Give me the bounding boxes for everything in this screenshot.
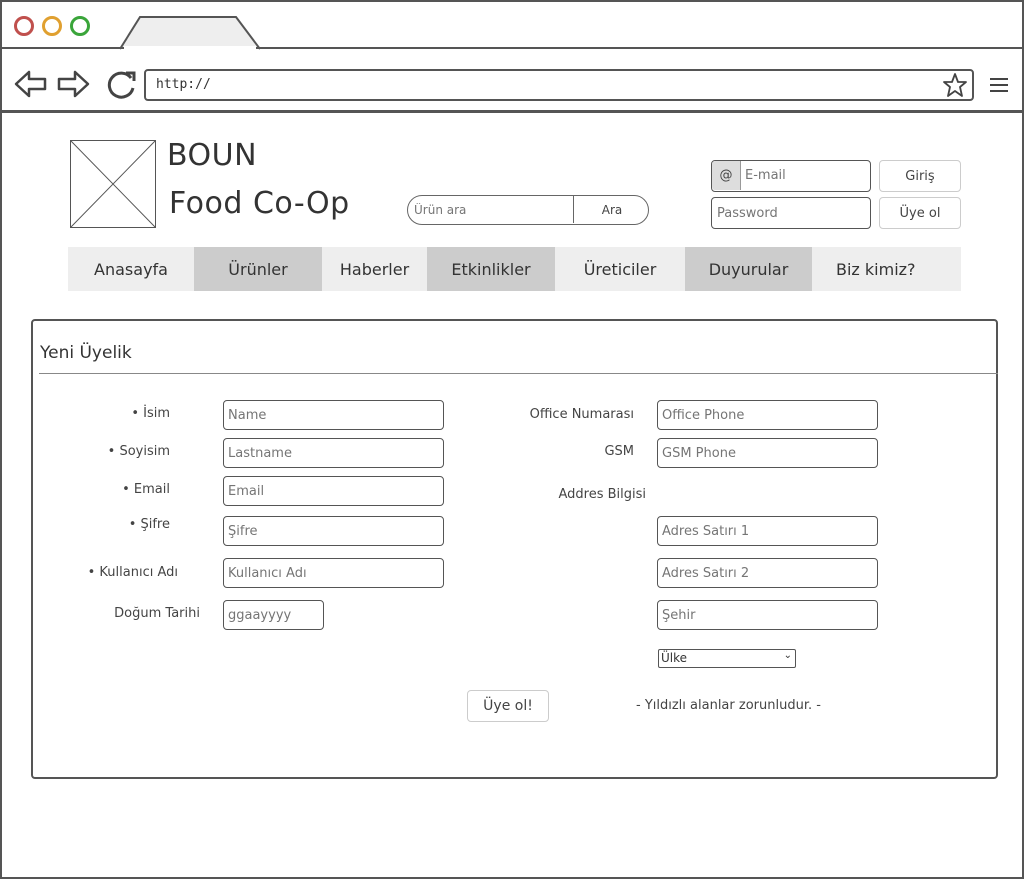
at-sign-icon: @ bbox=[712, 161, 741, 190]
email-label: • Email bbox=[122, 482, 170, 497]
menu-item-haberler[interactable]: Haberler bbox=[322, 247, 427, 291]
menu-item-urunler[interactable]: Ürünler bbox=[194, 247, 322, 291]
office-phone-label: Office Numarası bbox=[529, 407, 634, 422]
username-input[interactable] bbox=[223, 558, 444, 588]
password-label: • Şifre bbox=[128, 517, 170, 532]
address-line2-input[interactable] bbox=[657, 558, 878, 588]
search-input[interactable] bbox=[408, 196, 574, 223]
login-password-input[interactable] bbox=[711, 197, 871, 229]
login-email-input[interactable] bbox=[743, 161, 868, 190]
name-label: • İsim bbox=[131, 406, 170, 421]
login-email-group: @ bbox=[711, 160, 871, 192]
browser-window: http:// BOUN Food Co-Op Ara @ Giriş Üye … bbox=[0, 0, 1024, 879]
city-input[interactable] bbox=[657, 600, 878, 630]
address-label: Addres Bilgisi bbox=[558, 487, 646, 502]
menu-item-etkinlikler[interactable]: Etkinlikler bbox=[427, 247, 555, 291]
hamburger-menu-icon[interactable] bbox=[989, 77, 1009, 93]
panel-divider bbox=[39, 373, 998, 374]
browser-toolbar: http:// bbox=[2, 49, 1022, 113]
chevron-down-icon: ⌄ bbox=[783, 650, 792, 661]
birthdate-label: Doğum Tarihi bbox=[114, 606, 200, 621]
country-select[interactable]: Ülke ⌄ bbox=[658, 649, 796, 668]
login-button[interactable]: Giriş bbox=[879, 160, 961, 192]
bookmark-star-icon[interactable] bbox=[942, 72, 968, 98]
main-menu: Anasayfa Ürünler Haberler Etkinlikler Ür… bbox=[68, 247, 961, 291]
brand-name-line1: BOUN bbox=[167, 138, 258, 173]
menu-item-duyurular[interactable]: Duyurular bbox=[685, 247, 812, 291]
url-text: http:// bbox=[156, 77, 211, 92]
address-bar[interactable]: http:// bbox=[144, 69, 974, 101]
username-label: • Kullanıcı Adı bbox=[87, 565, 178, 580]
browser-tab[interactable] bbox=[120, 16, 260, 50]
birthdate-input[interactable] bbox=[223, 600, 324, 630]
email-input[interactable] bbox=[223, 476, 444, 506]
back-arrow-icon[interactable] bbox=[14, 69, 48, 99]
menu-item-biz-kimiz[interactable]: Biz kimiz? bbox=[812, 247, 941, 291]
office-phone-input[interactable] bbox=[657, 400, 878, 430]
search-button[interactable]: Ara bbox=[576, 196, 648, 223]
logo-image-placeholder bbox=[70, 140, 156, 228]
country-select-value: Ülke bbox=[661, 651, 688, 665]
maximize-window-button[interactable] bbox=[70, 16, 90, 36]
required-fields-note: - Yıldızlı alanlar zorunludur. - bbox=[636, 698, 821, 713]
submit-signup-button[interactable]: Üye ol! bbox=[467, 690, 549, 722]
name-input[interactable] bbox=[223, 400, 444, 430]
panel-title: Yeni Üyelik bbox=[40, 343, 132, 363]
product-search: Ara bbox=[407, 195, 649, 225]
reload-icon[interactable] bbox=[104, 69, 140, 99]
menu-item-anasayfa[interactable]: Anasayfa bbox=[68, 247, 194, 291]
lastname-label: • Soyisim bbox=[107, 444, 170, 459]
lastname-input[interactable] bbox=[223, 438, 444, 468]
minimize-window-button[interactable] bbox=[42, 16, 62, 36]
close-window-button[interactable] bbox=[14, 16, 34, 36]
address-line1-input[interactable] bbox=[657, 516, 878, 546]
menu-item-ureticiler[interactable]: Üreticiler bbox=[555, 247, 685, 291]
title-bar bbox=[2, 2, 1022, 50]
brand-name-line2: Food Co-Op bbox=[169, 186, 350, 221]
forward-arrow-icon[interactable] bbox=[56, 69, 90, 99]
gsm-label: GSM bbox=[604, 444, 634, 459]
signup-button[interactable]: Üye ol bbox=[879, 197, 961, 229]
password-input[interactable] bbox=[223, 516, 444, 546]
gsm-input[interactable] bbox=[657, 438, 878, 468]
